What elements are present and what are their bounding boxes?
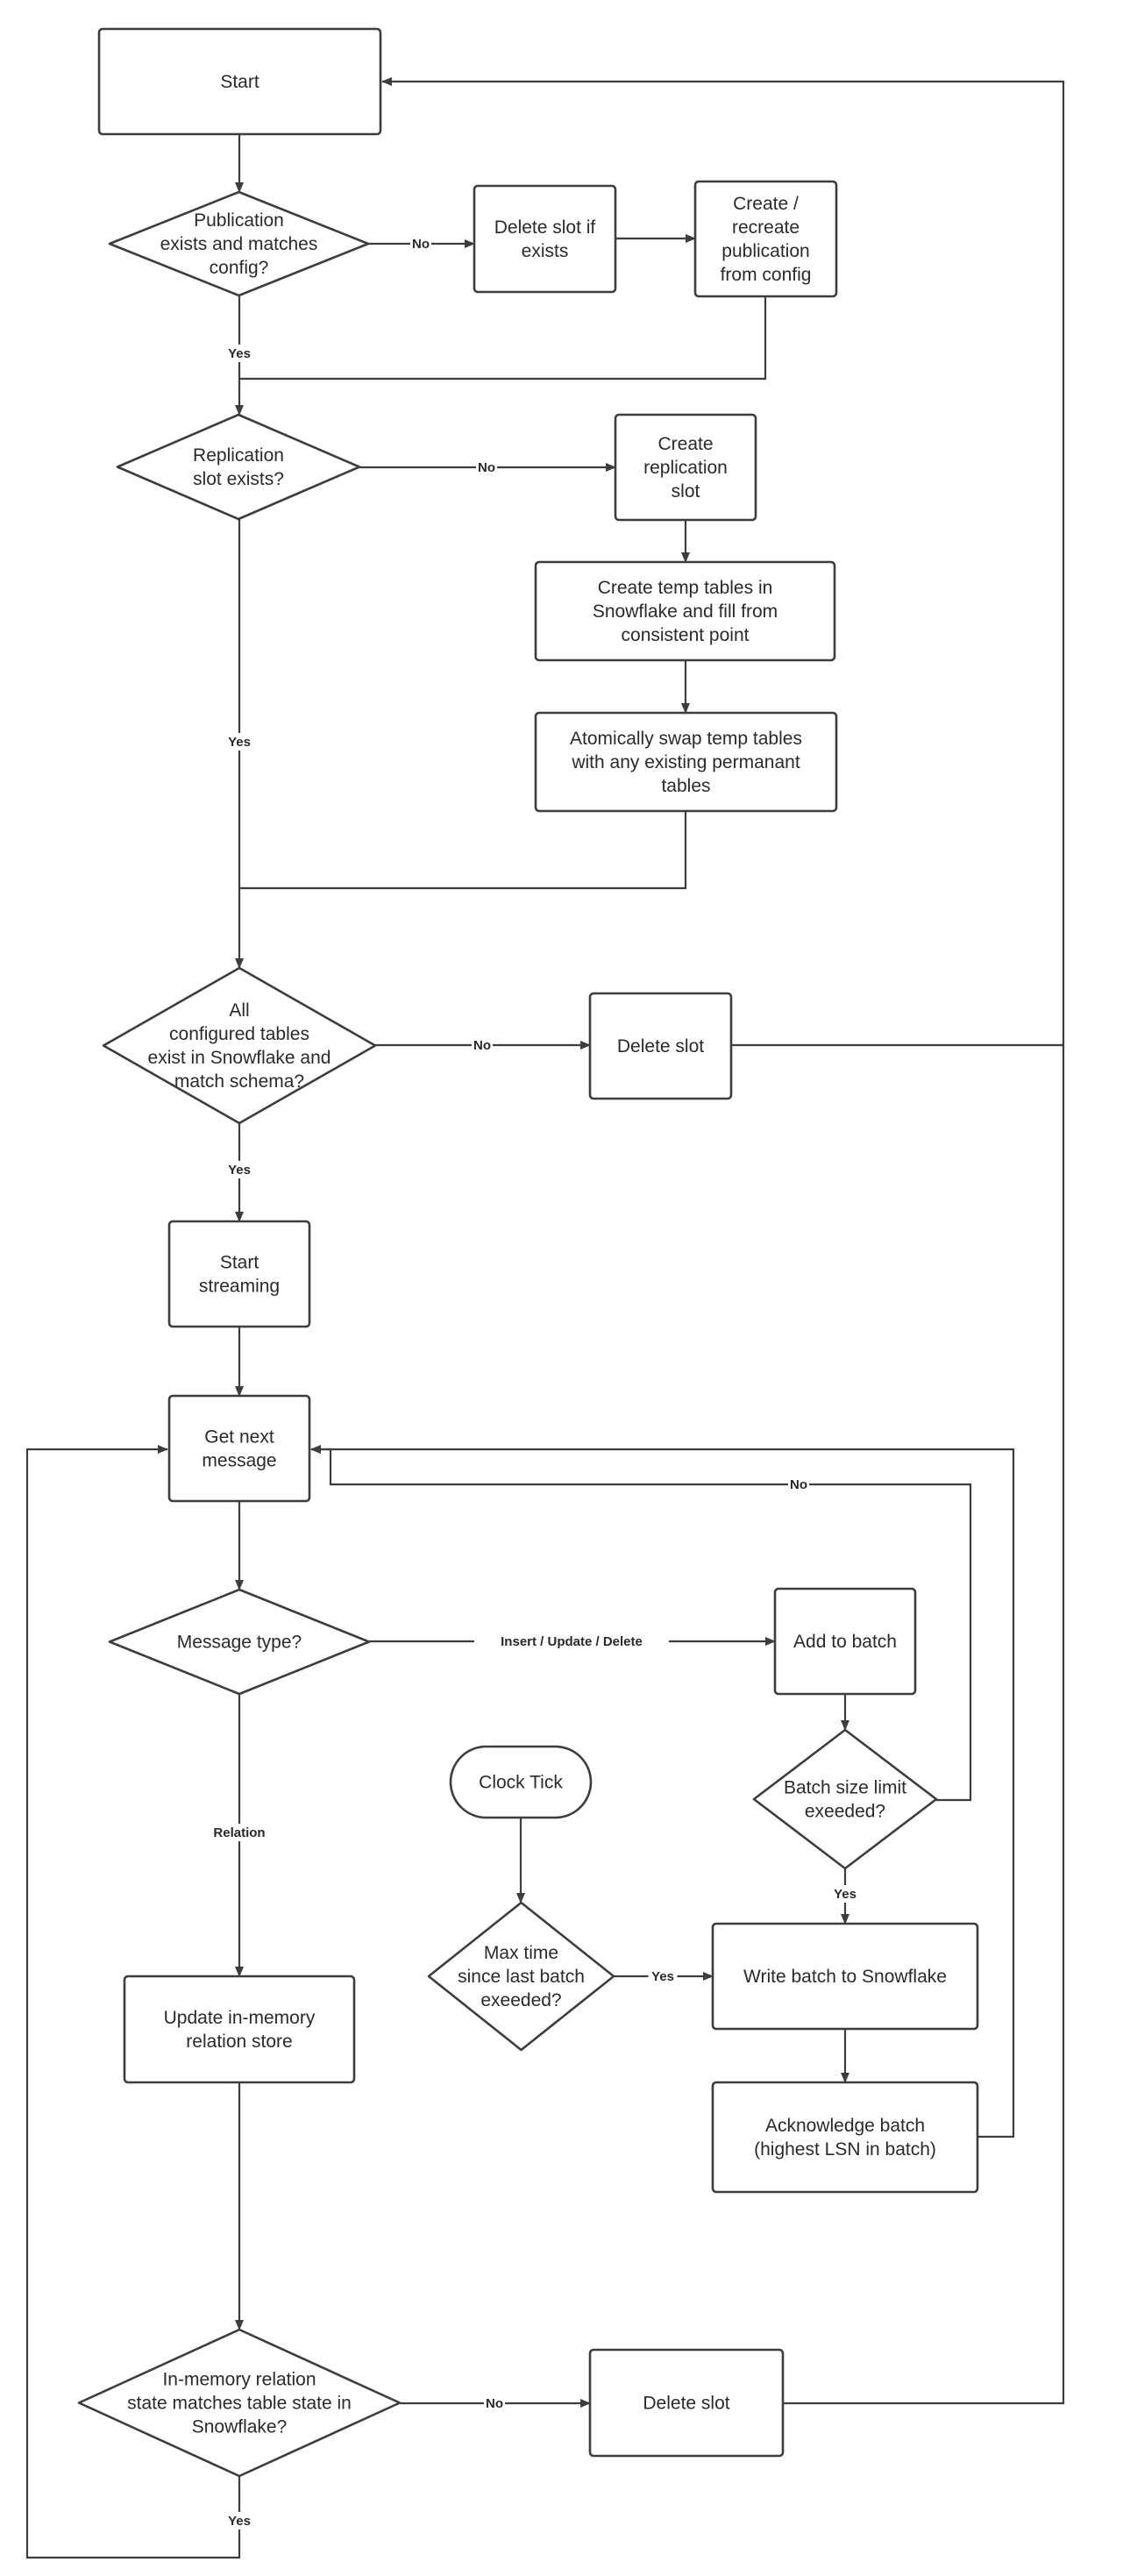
- decision-shape: [752, 1728, 938, 1870]
- create-temp-tables-node: Create temp tables in Snowflake and fill …: [534, 560, 836, 662]
- decision-shape: [116, 413, 361, 521]
- node-text: since last batch: [458, 1967, 585, 1987]
- node-text: Max time: [484, 1943, 558, 1963]
- update-relation-store-node: Update in-memory relation store: [123, 1975, 356, 2084]
- node-text: Batch size limit: [784, 1778, 906, 1798]
- process-shape: [167, 1394, 311, 1503]
- node-text: relation store: [186, 2032, 292, 2052]
- start-streaming-node: Start streaming: [167, 1220, 311, 1328]
- replication-slot-check-node: Replication slot exists?: [116, 413, 361, 521]
- edge-label-batch-no: No: [790, 1477, 807, 1492]
- node-text: In-memory relation: [162, 2370, 316, 2390]
- message-type-node: Message type?: [108, 1588, 371, 1696]
- node-text: Atomically swap temp tables: [570, 729, 802, 749]
- delete-slot-if-exists-node: Delete slot if exists: [473, 184, 617, 294]
- publication-check-node: Publication exists and matches config?: [108, 190, 370, 297]
- node-text: Get next: [204, 1427, 274, 1448]
- node-text: Update in-memory: [164, 2008, 316, 2028]
- node-text: with any existing permanant: [571, 752, 800, 772]
- node-text: Publication: [194, 210, 284, 231]
- edge-label-rel-yes: Yes: [228, 2514, 251, 2529]
- node-text: consistent point: [622, 625, 750, 645]
- edge-label-rel-no: No: [486, 2396, 503, 2411]
- delete-slot-2-node: Delete slot: [588, 2348, 785, 2458]
- node-text: configured tables: [169, 1024, 309, 1044]
- max-time-check-node: Max time since last batch exeeded?: [427, 1901, 615, 2052]
- node-text: Message type?: [177, 1633, 302, 1653]
- node-text: message: [202, 1451, 276, 1471]
- node-text: Acknowledge batch: [765, 2116, 925, 2136]
- start-node: Start: [97, 27, 382, 136]
- process-shape: [711, 2081, 979, 2194]
- node-text: Clock Tick: [479, 1773, 563, 1793]
- node-text: exeeded?: [805, 1802, 885, 1822]
- edge-label-pub-yes: Yes: [228, 346, 251, 361]
- node-text: exeeded?: [480, 1990, 561, 2010]
- recreate-publication-node: Create / recreate publication from config: [693, 180, 838, 298]
- connector-arrow: [783, 1045, 1065, 2405]
- edge-label-slot-no: No: [478, 460, 495, 475]
- batch-size-check-node: Batch size limit exeeded?: [752, 1728, 938, 1870]
- add-to-batch-node: Add to batch: [773, 1587, 917, 1696]
- node-text: Delete slot: [617, 1036, 704, 1057]
- node-text: exists and matches: [160, 234, 318, 254]
- node-text: All: [229, 1000, 249, 1021]
- node-text: Create /: [733, 194, 799, 214]
- node-text: slot exists?: [193, 469, 284, 489]
- edge-label-tables-no: No: [473, 1038, 491, 1053]
- flowchart: Start Publication exists and matches config…: [25, 27, 1065, 2559]
- edge-label-msg-insert: Insert / Update / Delete: [501, 1634, 643, 1649]
- process-shape: [473, 184, 617, 294]
- process-shape: [123, 1975, 356, 2084]
- edge-label-batch-yes: Yes: [834, 1887, 856, 1902]
- get-next-message-node: Get next message: [167, 1394, 311, 1503]
- acknowledge-batch-node: Acknowledge batch (highest LSN in batch): [711, 2081, 979, 2194]
- node-text: recreate: [732, 217, 800, 238]
- swap-tables-node: Atomically swap temp tables with any exis…: [534, 711, 838, 813]
- node-text: Write batch to Snowflake: [743, 1967, 947, 1987]
- edge-label-tables-yes: Yes: [228, 1163, 251, 1178]
- node-text: streaming: [199, 1277, 280, 1297]
- node-text: publication: [721, 241, 809, 261]
- node-text: Start: [220, 1253, 259, 1273]
- node-text: match schema?: [174, 1071, 304, 1092]
- connector-arrow: [239, 296, 767, 381]
- node-text: Create temp tables in: [598, 578, 773, 598]
- tables-check-node: All configured tables exist in Snowflake a…: [102, 966, 377, 1125]
- nodes: Start Publication exists and matches config…: [77, 27, 979, 2478]
- node-text: Add to batch: [793, 1632, 897, 1652]
- node-text: Create: [657, 434, 713, 454]
- node-text: (highest LSN in batch): [754, 2139, 936, 2160]
- delete-slot-1-node: Delete slot: [588, 992, 733, 1100]
- node-text: Delete slot if: [494, 217, 596, 238]
- write-batch-node: Write batch to Snowflake: [711, 1922, 979, 2031]
- clock-tick-node: Clock Tick: [449, 1745, 593, 1819]
- connector-arrow: [239, 811, 687, 890]
- edge-label-slot-yes: Yes: [228, 735, 251, 750]
- node-text: Delete slot: [643, 2394, 729, 2414]
- node-text: from config: [721, 265, 812, 285]
- node-text: state matches table state in: [127, 2394, 352, 2414]
- edge-label-pub-no: No: [412, 237, 430, 252]
- edge-label-msg-relation: Relation: [213, 1825, 265, 1840]
- node-text: replication: [643, 458, 728, 478]
- node-text: tables: [661, 776, 710, 796]
- create-replication-slot-node: Create replication slot: [614, 413, 757, 522]
- node-text: Snowflake?: [192, 2417, 288, 2437]
- node-text: exists: [522, 241, 569, 261]
- node-text: Start: [220, 72, 259, 92]
- decision-shape: [102, 966, 377, 1125]
- node-text: exist in Snowflake and: [148, 1048, 331, 1068]
- relation-state-check-node: In-memory relation state matches table st…: [77, 2328, 402, 2478]
- node-text: Replication: [193, 445, 284, 466]
- edge-label-time-yes: Yes: [651, 1969, 674, 1984]
- node-text: config?: [210, 258, 269, 278]
- node-text: slot: [672, 481, 700, 502]
- process-shape: [167, 1220, 311, 1328]
- node-text: Snowflake and fill from: [593, 601, 778, 622]
